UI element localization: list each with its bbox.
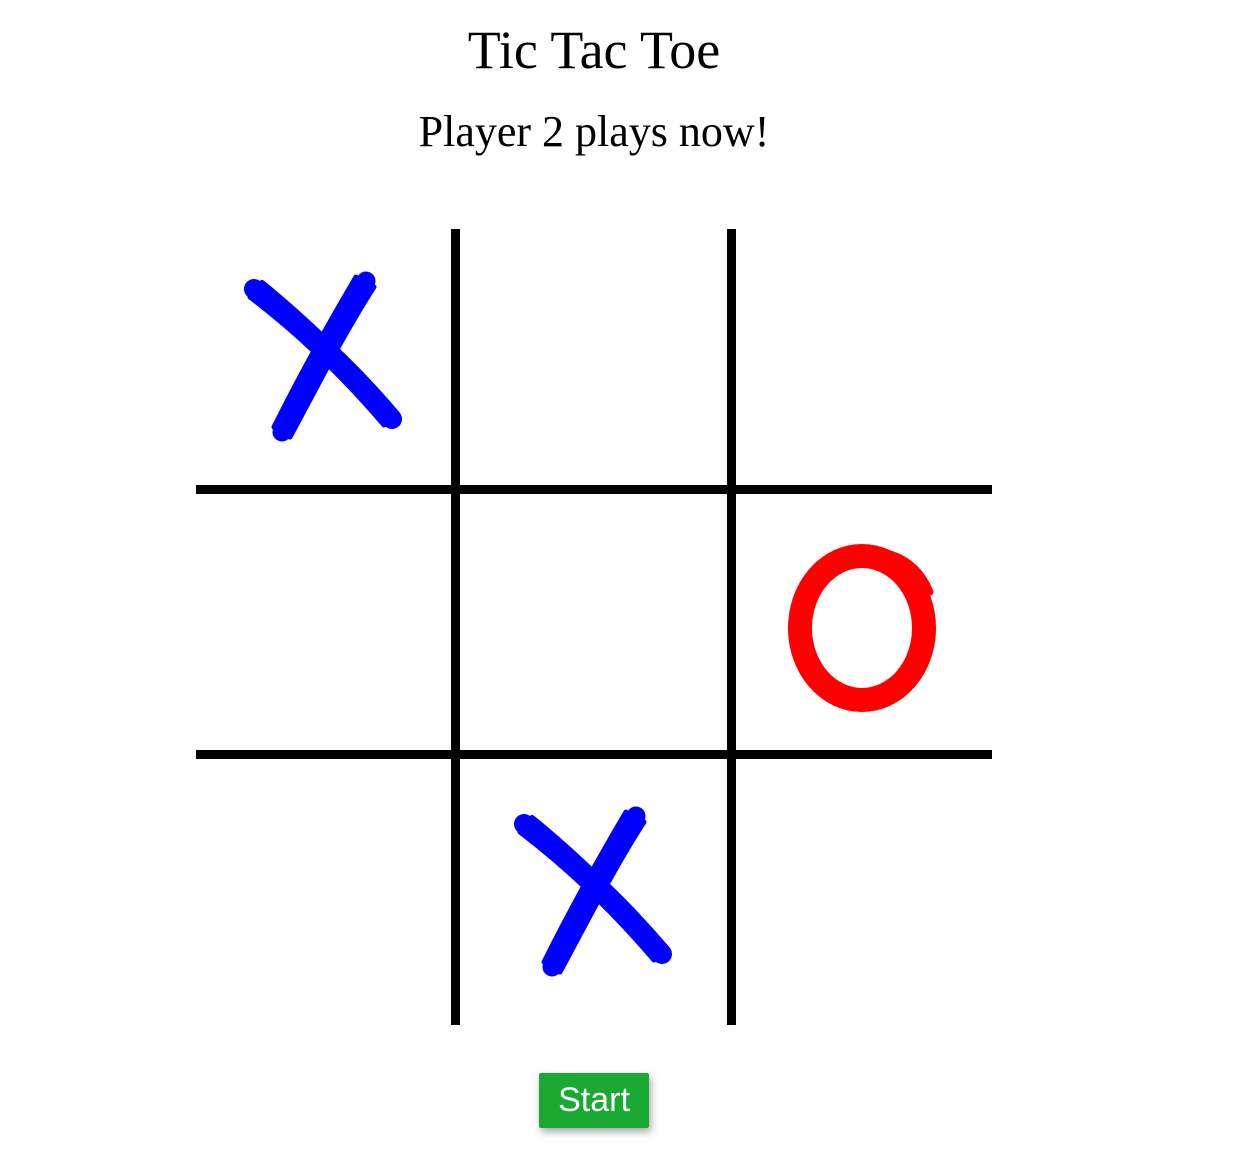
start-button[interactable]: Start <box>539 1073 649 1128</box>
x-mark-icon <box>513 806 672 977</box>
board-cell-2[interactable] <box>460 229 727 485</box>
game-page: Tic Tac Toe Player 2 plays now! Start <box>0 0 1250 1174</box>
x-mark-icon <box>243 271 402 442</box>
board-cell-6[interactable] <box>736 494 992 750</box>
grid-line-vertical-1 <box>451 229 460 1025</box>
board-cell-4[interactable] <box>196 494 451 750</box>
grid-line-horizontal-1 <box>196 485 992 494</box>
grid-line-horizontal-2 <box>196 750 992 759</box>
board-cell-8[interactable] <box>460 759 727 1025</box>
grid-line-vertical-2 <box>727 229 736 1025</box>
board-cell-3[interactable] <box>736 229 992 485</box>
board-cell-9[interactable] <box>736 759 992 1025</box>
board-cell-5[interactable] <box>460 494 727 750</box>
game-title: Tic Tac Toe <box>467 20 721 80</box>
game-board <box>196 229 992 1025</box>
board-cell-7[interactable] <box>196 759 451 1025</box>
o-mark-icon <box>788 544 936 712</box>
board-cell-1[interactable] <box>196 229 451 485</box>
turn-status: Player 2 plays now! <box>418 107 770 156</box>
